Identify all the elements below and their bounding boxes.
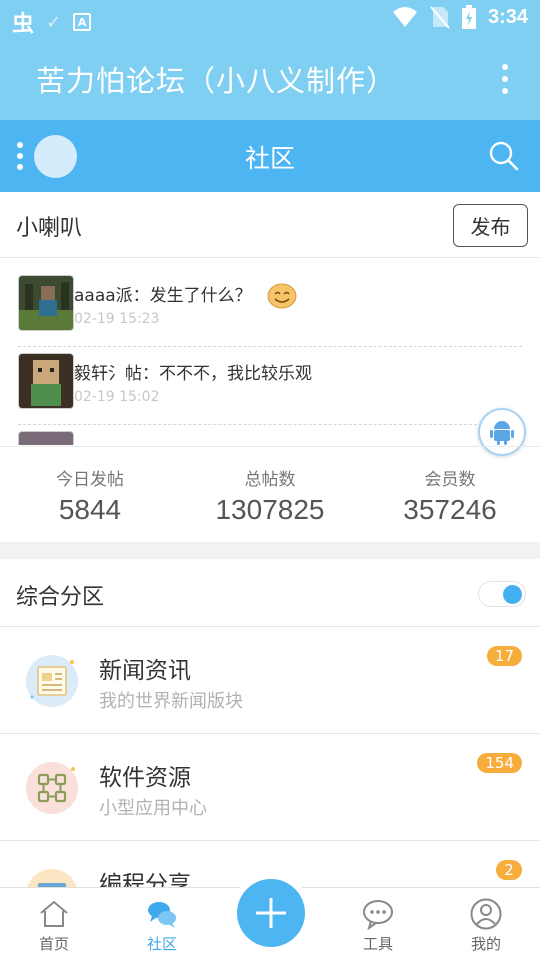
unread-badge: 17	[486, 646, 522, 666]
stat-members: 会员数 357246	[403, 470, 497, 525]
announcement-list[interactable]: aaaa派：发生了什么？ 02-19 15:23 毅轩氵帖：不不不，我比较乐观 …	[0, 259, 540, 446]
section-header[interactable]: 综合分区	[0, 559, 540, 627]
home-icon	[40, 900, 68, 927]
chat-icon	[148, 902, 176, 928]
app-notification-icon: 虫	[12, 12, 35, 37]
post-thumbnail	[18, 275, 74, 331]
announcement-header: 小喇叭 发布	[0, 192, 540, 258]
battery-icon	[461, 5, 476, 29]
forum-name: 新闻资讯	[99, 658, 191, 684]
app-bar: 苦力怕论坛（小八义制作）	[0, 38, 540, 120]
post-thumbnail	[18, 431, 74, 445]
community-header: 社区	[0, 120, 540, 192]
text-a-icon: A	[73, 13, 92, 31]
forum-desc: 我的世界新闻版块	[99, 691, 243, 712]
status-bar: 虫 ✓ A 3:34	[0, 0, 540, 38]
divider	[18, 424, 522, 425]
announcement-label: 小喇叭	[16, 216, 83, 241]
apps-icon	[26, 762, 78, 814]
tools-icon	[363, 900, 393, 930]
smile-emoji-icon	[267, 283, 297, 309]
clock: 3:34	[487, 5, 528, 28]
page-title: 社区	[244, 144, 295, 173]
forum-item-software[interactable]: 软件资源 小型应用中心 154	[0, 734, 540, 841]
android-icon	[490, 421, 514, 445]
app-title: 苦力怕论坛（小八义制作）	[36, 64, 397, 98]
nav-profile[interactable]: 我的	[446, 888, 526, 960]
list-item[interactable]: aaaa派：发生了什么？ 02-19 15:23	[18, 265, 522, 343]
unread-badge: 2	[496, 860, 522, 880]
nav-community[interactable]: 社区	[122, 888, 202, 960]
profile-icon	[470, 898, 502, 930]
no-sim-icon	[430, 6, 450, 29]
post-time: 02-19 15:02	[74, 389, 160, 405]
section-label: 综合分区	[16, 585, 105, 610]
stats-row: 今日发帖 5844 总帖数 1307825 会员数 357246	[0, 446, 540, 542]
newspaper-icon	[26, 655, 78, 707]
new-post-button[interactable]	[237, 879, 305, 947]
publish-button[interactable]: 发布	[453, 204, 528, 247]
check-icon: ✓	[46, 11, 62, 33]
forum-item-news[interactable]: 新闻资讯 我的世界新闻版块 17	[0, 627, 540, 734]
more-menu-icon[interactable]	[500, 64, 510, 94]
stat-total-posts: 总帖数 1307825	[215, 470, 325, 525]
forum-section: 综合分区 新闻资讯 我的世界新闻版块 17 软件资源 小型应用中心 154 编程…	[0, 559, 540, 921]
announcement-card: 小喇叭 发布 aaaa派：发生了什么？ 02-19 15:23 毅轩氵帖：不不不…	[0, 192, 540, 542]
post-text: 毅轩氵帖：不不不，我比较乐观	[74, 364, 312, 384]
unread-badge: 154	[477, 753, 522, 773]
section-toggle[interactable]	[478, 581, 526, 607]
search-icon[interactable]	[488, 140, 520, 172]
post-text: aaaa派：发生了什么？	[74, 281, 297, 309]
post-time: 02-19 15:23	[74, 311, 160, 327]
forum-name: 软件资源	[99, 765, 191, 791]
list-item[interactable]: 毅轩氵帖：不不不，我比较乐观 02-19 15:02	[18, 343, 522, 421]
wifi-icon	[392, 7, 417, 27]
forum-desc: 小型应用中心	[99, 798, 207, 819]
plus-icon	[256, 898, 286, 928]
stat-today-posts: 今日发帖 5844	[56, 470, 124, 525]
post-thumbnail	[18, 353, 74, 409]
nav-tools[interactable]: 工具	[338, 888, 418, 960]
nav-home[interactable]: 首页	[14, 888, 94, 960]
